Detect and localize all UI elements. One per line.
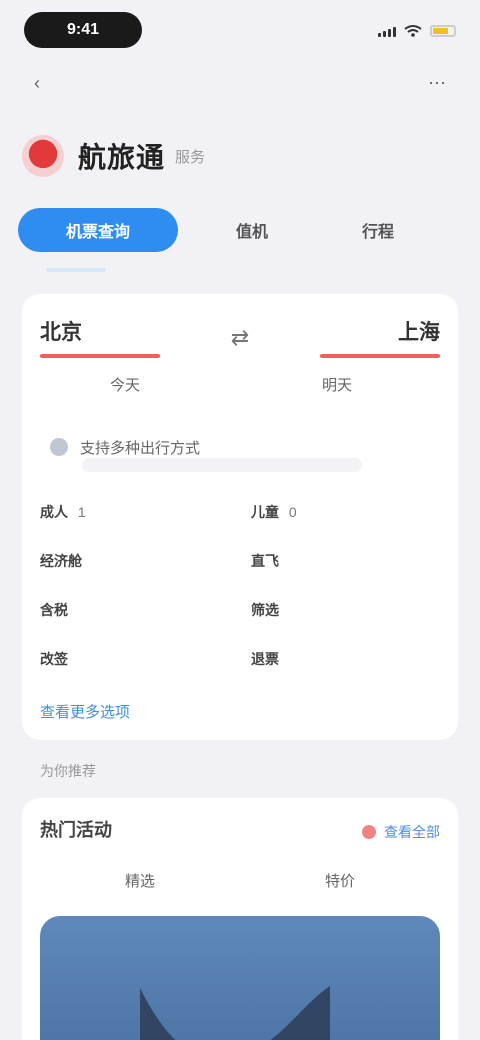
- detail-item[interactable]: 儿童 0: [251, 500, 440, 524]
- detail-item[interactable]: 含税: [40, 598, 229, 622]
- detail-label: 成人: [40, 504, 68, 520]
- status-time: 9:41: [66, 21, 100, 38]
- detail-label: 经济舱: [40, 553, 82, 569]
- view-all-link[interactable]: 查看全部: [362, 822, 440, 842]
- status-icons: [378, 22, 456, 40]
- wifi-icon: [404, 25, 422, 37]
- app-screen: 9:41 ‹ ⋯ 航旅通 服务 机票查询 值机 行程 北京 ⇄ 上海 今天 明天…: [0, 0, 480, 1040]
- detail-item[interactable]: 改签: [40, 647, 229, 671]
- activity-title: 热门活动: [40, 820, 112, 840]
- activity-tab[interactable]: 精选: [125, 870, 155, 892]
- detail-label: 含税: [40, 602, 68, 618]
- tab-checkin[interactable]: 值机: [200, 208, 304, 252]
- detail-label: 改签: [40, 651, 68, 667]
- departure-underline: [40, 354, 160, 358]
- notice-subline: [82, 458, 362, 472]
- time-pill: 9:41: [24, 12, 142, 48]
- status-bar: 9:41: [0, 0, 480, 64]
- detail-label: 直飞: [251, 553, 279, 569]
- activity-card: 热门活动 查看全部 精选 特价: [22, 798, 458, 1040]
- date-row: 今天 明天: [40, 374, 440, 400]
- page-subtitle: 服务: [175, 148, 206, 166]
- detail-item[interactable]: 筛选: [251, 598, 440, 622]
- arrival-city-name: 上海: [398, 321, 440, 344]
- more-options-link[interactable]: 查看更多选项: [40, 702, 180, 724]
- detail-item[interactable]: 成人 1: [40, 500, 229, 524]
- battery-icon: [430, 25, 456, 37]
- promo-banner[interactable]: [40, 916, 440, 1040]
- more-icon[interactable]: ⋯: [426, 72, 448, 94]
- tab-trips[interactable]: 行程: [326, 208, 430, 252]
- tab-indicator: [46, 268, 106, 272]
- swap-icon[interactable]: ⇄: [226, 324, 254, 352]
- banner-illustration: [140, 986, 330, 1040]
- detail-item[interactable]: 退票: [251, 647, 440, 671]
- badge-dot: [362, 825, 376, 839]
- page-title: 航旅通: [78, 142, 166, 173]
- tab-label: 行程: [361, 224, 394, 241]
- return-date[interactable]: 明天: [322, 374, 352, 395]
- detail-label: 筛选: [251, 602, 279, 618]
- arrival-city[interactable]: 上海: [300, 318, 440, 358]
- page-header: 航旅通 服务: [22, 128, 458, 184]
- section-label: 为你推荐: [40, 763, 96, 779]
- tab-flight-search[interactable]: 机票查询: [18, 208, 178, 252]
- brand-logo: [22, 135, 64, 177]
- tab-label: 机票查询: [65, 224, 130, 241]
- detail-grid: 成人 1 儿童 0 经济舱 直飞 含税 筛选 改签 退票: [40, 500, 440, 680]
- signal-icon: [378, 25, 396, 37]
- detail-label: 儿童: [251, 504, 279, 520]
- activity-tabs: 精选 特价: [40, 870, 440, 892]
- detail-value: 1: [77, 504, 86, 520]
- departure-city-name: 北京: [40, 321, 82, 344]
- activity-tab[interactable]: 特价: [325, 870, 355, 892]
- detail-label: 退票: [251, 651, 279, 667]
- top-tabs: 机票查询 值机 行程: [18, 204, 480, 256]
- info-icon: [50, 438, 68, 456]
- depart-date[interactable]: 今天: [110, 374, 140, 395]
- detail-item[interactable]: 经济舱: [40, 549, 229, 573]
- view-all-label: 查看全部: [384, 824, 440, 840]
- departure-city[interactable]: 北京: [40, 318, 180, 358]
- arrival-underline: [320, 354, 440, 358]
- back-icon[interactable]: ‹: [34, 72, 56, 94]
- notice-text: 支持多种出行方式: [80, 439, 201, 457]
- detail-value: 0: [288, 504, 297, 520]
- search-card: 北京 ⇄ 上海 今天 明天 支持多种出行方式 成人 1 儿童 0 经济舱 直飞 …: [22, 294, 458, 740]
- detail-item[interactable]: 直飞: [251, 549, 440, 573]
- tab-label: 值机: [235, 224, 268, 241]
